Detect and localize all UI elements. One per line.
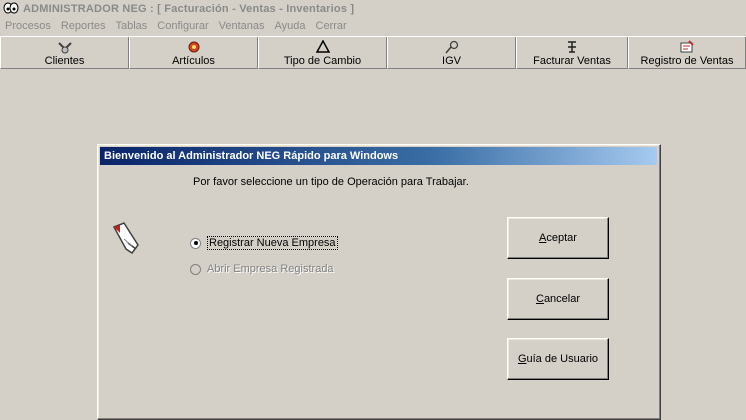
toolbar-registro-ventas-button[interactable]: Registro de Ventas <box>628 37 746 69</box>
welcome-dialog: Bienvenido al Administrador NEG Rápido p… <box>97 144 661 420</box>
menu-configurar[interactable]: Configurar <box>152 20 213 32</box>
toolbar-igv-button[interactable]: IGV <box>387 37 516 69</box>
radio-button-selected[interactable] <box>190 237 201 249</box>
option-abrir-empresa-registrada: Abrir Empresa Registrada <box>190 263 334 275</box>
sales-register-icon <box>679 39 695 54</box>
option-registrar-nueva-empresa[interactable]: Registrar Nueva Empresa <box>190 236 338 250</box>
menu-reportes[interactable]: Reportes <box>56 20 111 32</box>
menu-tablas[interactable]: Tablas <box>111 20 153 32</box>
dialog-prompt: Por favor seleccione un tipo de Operació… <box>193 176 469 188</box>
app-icon <box>3 2 19 16</box>
option-label-disabled: Abrir Empresa Registrada <box>207 263 334 275</box>
dialog-title: Bienvenido al Administrador NEG Rápido p… <box>100 147 657 165</box>
toolbar-clientes-button[interactable]: Clientes <box>0 37 129 69</box>
invoice-icon <box>564 39 580 54</box>
menu-bar: Procesos Reportes Tablas Configurar Vent… <box>0 17 746 34</box>
accept-button[interactable]: Aceptar <box>507 217 609 259</box>
menu-procesos[interactable]: Procesos <box>0 20 56 32</box>
articles-icon <box>186 39 202 54</box>
menu-ventanas[interactable]: Ventanas <box>214 20 270 32</box>
menu-ayuda[interactable]: Ayuda <box>270 20 311 32</box>
toolbar-articulos-button[interactable]: Artículos <box>129 37 258 69</box>
window-titlebar: ADMINISTRADOR NEG : [ Facturación - Vent… <box>0 0 746 17</box>
wizard-hand-icon <box>112 222 139 255</box>
window-title: ADMINISTRADOR NEG : [ Facturación - Vent… <box>23 2 355 15</box>
clients-icon <box>57 39 73 54</box>
user-guide-button[interactable]: Guía de Usuario <box>507 338 609 380</box>
option-label: Registrar Nueva Empresa <box>207 236 338 250</box>
radio-button-disabled <box>190 263 201 275</box>
menu-cerrar[interactable]: Cerrar <box>311 20 352 32</box>
delta-icon <box>315 39 330 54</box>
toolbar: Clientes Artículos Tipo de Cambio IGV Fa… <box>0 36 746 69</box>
toolbar-tipo-cambio-button[interactable]: Tipo de Cambio <box>258 37 387 69</box>
toolbar-facturar-ventas-button[interactable]: Facturar Ventas <box>516 37 628 69</box>
cancel-button[interactable]: Cancelar <box>507 278 609 320</box>
tax-icon <box>444 39 460 54</box>
